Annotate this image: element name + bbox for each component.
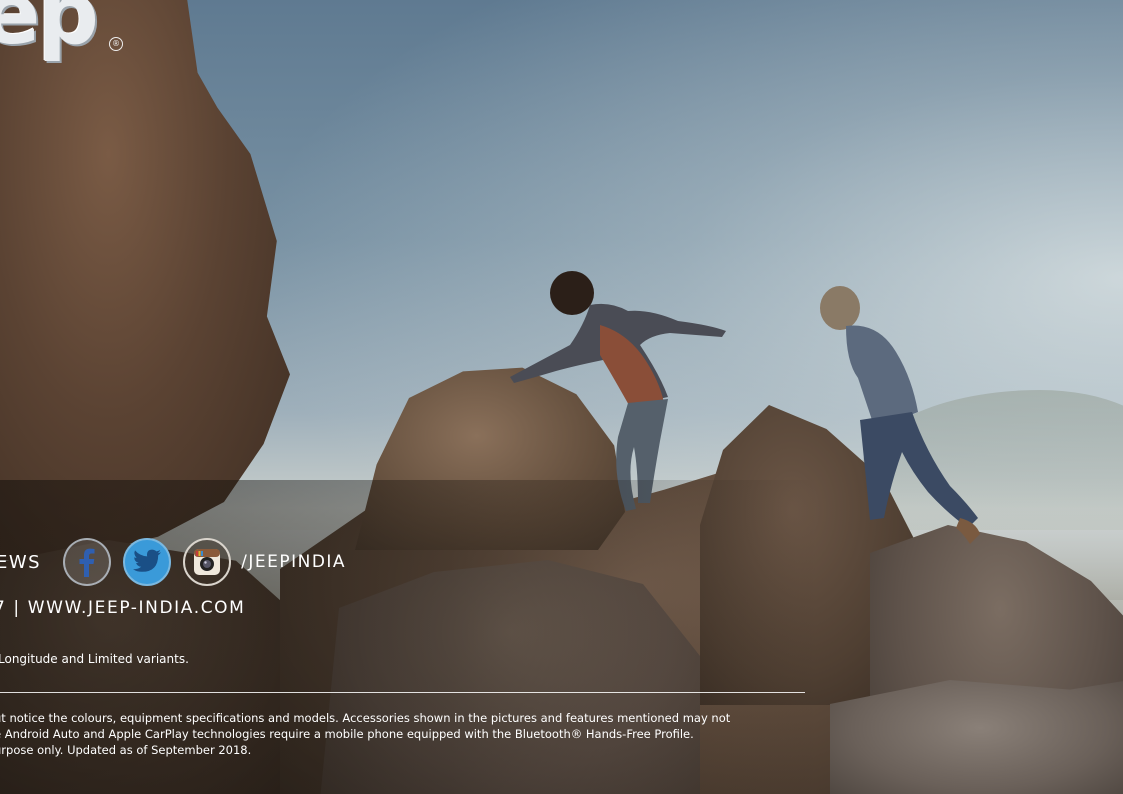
twitter-glyph: [133, 549, 162, 572]
facebook-icon[interactable]: [63, 538, 112, 586]
social-lead-text: EWS: [0, 551, 42, 573]
registered-mark: ®: [109, 37, 123, 51]
climber-man: [820, 286, 980, 544]
jeep-logo: ep: [0, 0, 99, 64]
climber-woman: [510, 271, 726, 511]
variant-note: Longitude and Limited variants.: [0, 652, 189, 666]
background-photo: [0, 0, 1123, 794]
twitter-icon[interactable]: [123, 538, 172, 586]
bottom-right-rock: [830, 680, 1123, 794]
social-handle: /JEEPINDIA: [241, 552, 347, 572]
divider-line: [0, 692, 805, 693]
instagram-glyph: [194, 549, 221, 575]
disclaimer-line: e Android Auto and Apple CarPlay technol…: [0, 727, 694, 741]
instagram-icon[interactable]: [183, 538, 232, 586]
disclaimer: ut notice the colours, equipment specifi…: [0, 710, 730, 758]
social-row: EWS /JEEPINDIA: [0, 536, 346, 588]
facebook-glyph: [79, 548, 95, 577]
website-contact-line: 7 | WWW.JEEP-INDIA.COM: [0, 598, 246, 618]
disclaimer-line: ut notice the colours, equipment specifi…: [0, 711, 731, 725]
disclaimer-line: urpose only. Updated as of September 201…: [0, 743, 252, 757]
